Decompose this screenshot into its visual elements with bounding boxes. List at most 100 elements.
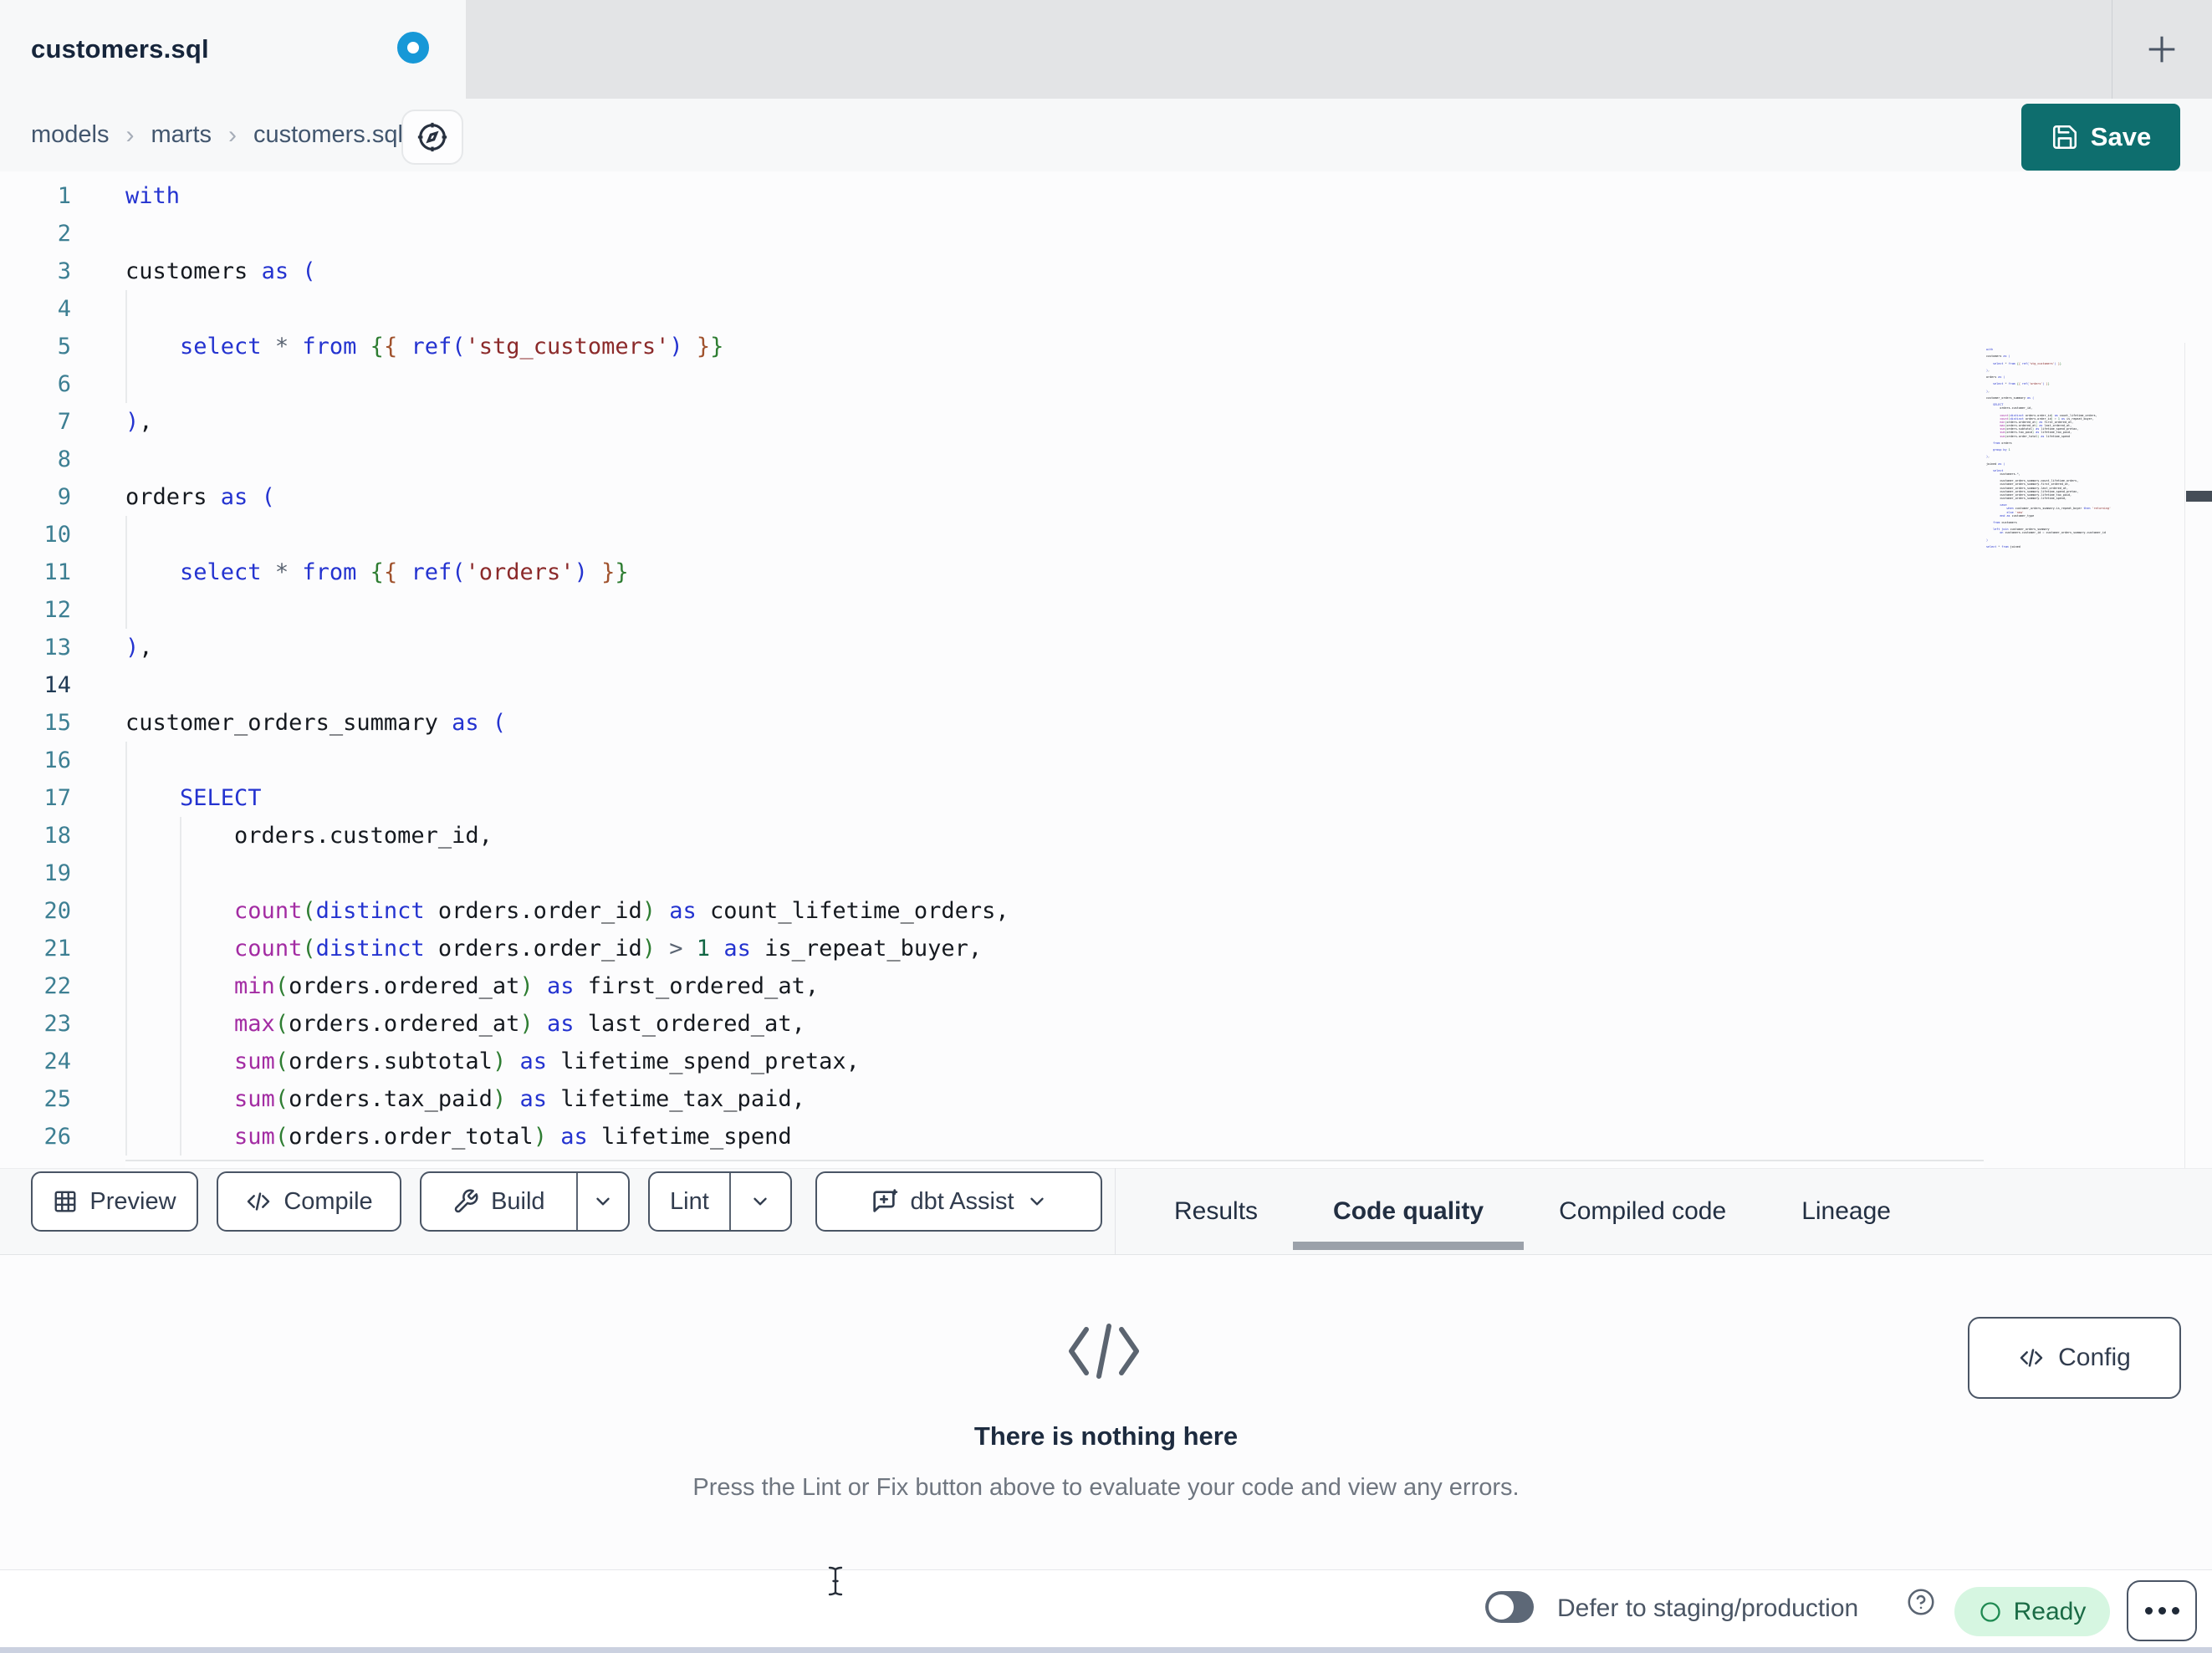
line-number[interactable]: 26 <box>0 1118 71 1156</box>
floppy-icon <box>2052 125 2077 150</box>
code-line[interactable] <box>125 742 1009 779</box>
code-line[interactable]: sum(orders.order_total) as lifetime_spen… <box>125 1118 1009 1156</box>
code-line[interactable] <box>125 441 1009 478</box>
code-line[interactable]: count(distinct orders.order_id) as count… <box>125 892 1009 930</box>
code-line[interactable] <box>125 215 1009 253</box>
ellipsis-icon <box>2144 1607 2153 1615</box>
chevron-down-icon <box>754 1197 768 1206</box>
code-line[interactable] <box>125 365 1009 403</box>
code-editor[interactable]: 1 2 3 4 5 6 7 8 9 10 11 12 13 14 15 16 17 18 19 20 21 22 23 24 2… <box>0 171 2212 1168</box>
code-line[interactable]: select * from {{ ref('orders') }} <box>125 554 1009 591</box>
compile-button[interactable]: Compile <box>217 1171 401 1232</box>
line-number[interactable]: 1 <box>0 177 71 215</box>
code-line[interactable] <box>125 591 1009 629</box>
line-number[interactable]: 8 <box>0 441 71 478</box>
code-lines[interactable]: with customers as ( select * from {{ ref(… <box>125 177 1009 1156</box>
code-line[interactable]: ), <box>125 629 1009 666</box>
code-line[interactable] <box>125 290 1009 328</box>
line-number[interactable]: 9 <box>0 478 71 516</box>
line-number[interactable]: 25 <box>0 1080 71 1118</box>
lint-dropdown-button[interactable] <box>728 1173 790 1230</box>
empty-state-code-icon <box>1066 1319 1142 1384</box>
result-tabs: Results Code quality Compiled code Lineage <box>1174 1168 1891 1255</box>
tab-customers-sql[interactable]: customers.sql <box>0 0 466 99</box>
breadcrumb-separator: › <box>228 120 237 149</box>
code-line[interactable]: select * from {{ ref('stg_customers') }} <box>125 328 1009 365</box>
more-options-button[interactable] <box>2127 1580 2197 1641</box>
line-number[interactable]: 16 <box>0 742 71 779</box>
code-line[interactable]: orders.customer_id, <box>125 817 1009 855</box>
config-button[interactable]: Config <box>1968 1317 2181 1399</box>
code-line[interactable] <box>125 516 1009 554</box>
indent-guide <box>125 290 127 328</box>
build-dropdown-button[interactable] <box>575 1173 628 1230</box>
code-line[interactable]: min(orders.ordered_at) as first_ordered_… <box>125 967 1009 1005</box>
code-line[interactable]: orders as ( <box>125 478 1009 516</box>
code-line[interactable]: customer_orders_summary as ( <box>125 704 1009 742</box>
code-line[interactable] <box>125 666 1009 704</box>
save-button[interactable]: Save <box>2021 104 2180 171</box>
tab-compiled-code[interactable]: Compiled code <box>1559 1168 1726 1255</box>
status-bar <box>0 1569 2212 1647</box>
tab-results[interactable]: Results <box>1174 1168 1258 1255</box>
indent-guide <box>180 817 182 855</box>
editor-scrollbar-track[interactable] <box>2184 343 2212 1168</box>
code-line[interactable]: max(orders.ordered_at) as last_ordered_a… <box>125 1005 1009 1043</box>
line-number[interactable]: 23 <box>0 1005 71 1043</box>
tab-lineage[interactable]: Lineage <box>1801 1168 1891 1255</box>
lint-button[interactable]: Lint <box>650 1173 729 1230</box>
code-quality-panel <box>0 1255 2212 1569</box>
line-number[interactable]: 6 <box>0 365 71 403</box>
tab-code-quality[interactable]: Code quality <box>1293 1168 1525 1255</box>
plus-icon <box>2148 36 2175 63</box>
line-number[interactable]: 13 <box>0 629 71 666</box>
minimap-content: with customers as ( select * from {{ ref(… <box>1986 348 2112 549</box>
line-number[interactable]: 14 <box>0 666 71 704</box>
empty-state-title: There is nothing here <box>973 1421 1239 1451</box>
line-number[interactable]: 21 <box>0 930 71 967</box>
line-numbers[interactable]: 1 2 3 4 5 6 7 8 9 10 11 12 13 14 15 16 17 18 19 20 21 22 23 24 2… <box>0 177 71 1156</box>
status-badge-ready[interactable]: Ready <box>1954 1587 2110 1636</box>
indent-guide <box>125 1005 127 1043</box>
line-number[interactable]: 17 <box>0 779 71 817</box>
line-number[interactable]: 2 <box>0 215 71 253</box>
line-number[interactable]: 3 <box>0 253 71 290</box>
code-line[interactable]: customers as ( <box>125 253 1009 290</box>
line-number[interactable]: 18 <box>0 817 71 855</box>
code-line[interactable]: sum(orders.tax_paid) as lifetime_tax_pai… <box>125 1080 1009 1118</box>
line-number[interactable]: 22 <box>0 967 71 1005</box>
breadcrumb-item-marts[interactable]: marts <box>151 121 212 149</box>
build-button[interactable]: Build <box>421 1173 576 1230</box>
breadcrumb-item-models[interactable]: models <box>31 121 110 149</box>
defer-toggle[interactable] <box>1485 1591 1534 1623</box>
line-number[interactable]: 7 <box>0 403 71 441</box>
line-number[interactable]: 4 <box>0 290 71 328</box>
code-line[interactable]: ), <box>125 403 1009 441</box>
code-line[interactable]: count(distinct orders.order_id) > 1 as i… <box>125 930 1009 967</box>
indent-guide <box>125 817 127 855</box>
code-line[interactable]: sum(orders.subtotal) as lifetime_spend_p… <box>125 1043 1009 1080</box>
line-number[interactable]: 5 <box>0 328 71 365</box>
minimap[interactable]: with customers as ( select * from {{ ref(… <box>1986 348 2117 549</box>
line-number[interactable]: 15 <box>0 704 71 742</box>
editor-scrollbar-thumb[interactable] <box>2186 491 2212 502</box>
code-line[interactable]: with <box>125 177 1009 215</box>
help-circle-icon[interactable] <box>1906 1587 1936 1617</box>
breadcrumb-item-file[interactable]: customers.sql <box>253 121 403 149</box>
indent-guide <box>125 554 127 591</box>
line-number[interactable]: 19 <box>0 855 71 892</box>
code-line[interactable] <box>125 855 1009 892</box>
window-bottom-edge <box>0 1647 2212 1653</box>
line-number[interactable]: 24 <box>0 1043 71 1080</box>
line-number[interactable]: 10 <box>0 516 71 554</box>
table-icon <box>54 1191 76 1212</box>
line-number[interactable]: 20 <box>0 892 71 930</box>
indent-guide <box>180 1043 182 1080</box>
line-number[interactable]: 12 <box>0 591 71 629</box>
new-tab-button[interactable] <box>2124 12 2199 87</box>
code-line[interactable]: SELECT <box>125 779 1009 817</box>
line-number[interactable]: 11 <box>0 554 71 591</box>
dbt-assist-button[interactable]: dbt Assist <box>815 1171 1102 1232</box>
explore-lineage-button[interactable] <box>401 110 463 165</box>
preview-button[interactable]: Preview <box>31 1171 198 1232</box>
